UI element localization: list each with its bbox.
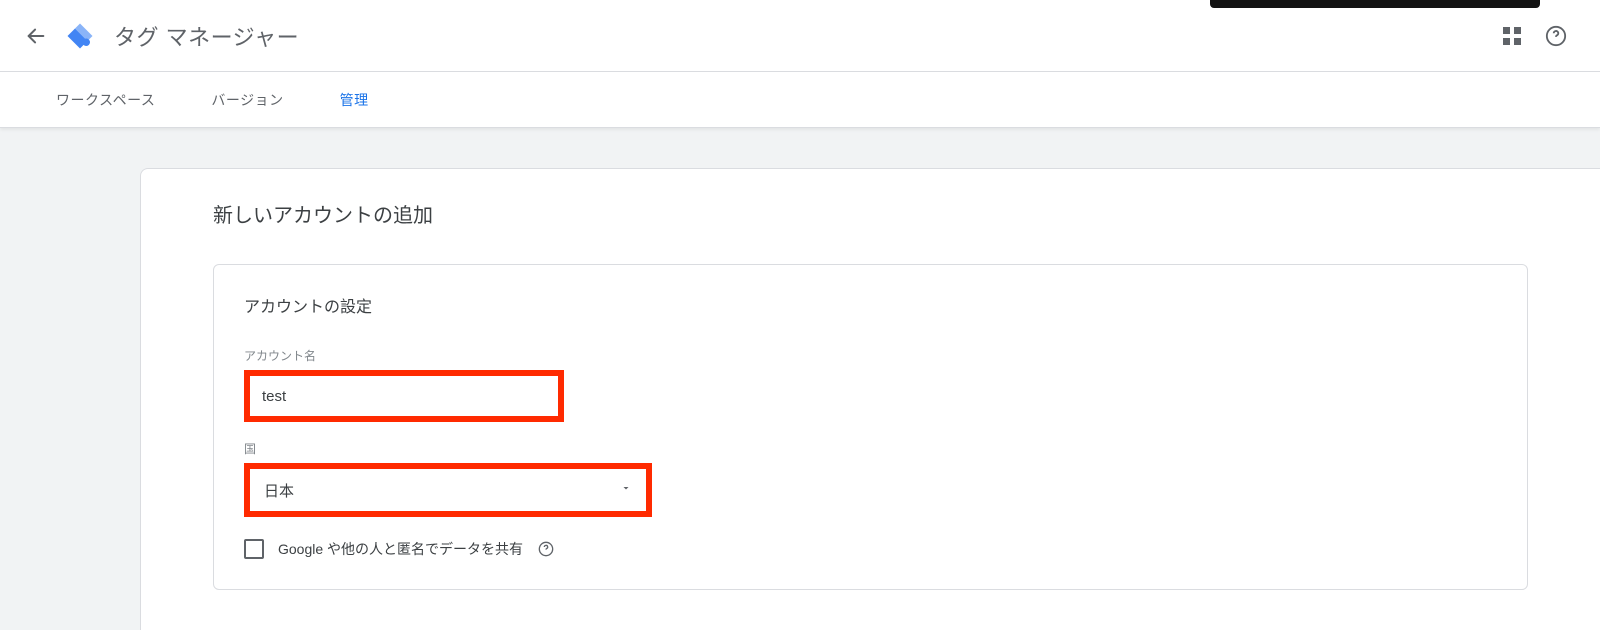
- top-overlay-bar: [1210, 0, 1540, 8]
- account-settings-panel: アカウントの設定 アカウント名 国 日本: [213, 264, 1528, 590]
- app-header: タグ マネージャー: [0, 0, 1600, 72]
- tab-workspace[interactable]: ワークスペース: [28, 72, 183, 127]
- card-title: 新しいアカウントの追加: [213, 199, 1528, 228]
- account-name-input[interactable]: [250, 376, 558, 416]
- arrow-left-icon: [25, 25, 47, 47]
- back-button[interactable]: [16, 16, 56, 56]
- account-name-label: アカウント名: [244, 347, 1497, 364]
- country-field: 国 日本: [244, 440, 1497, 517]
- new-account-card: 新しいアカウントの追加 アカウントの設定 アカウント名 国 日本: [140, 168, 1600, 630]
- share-data-checkbox[interactable]: [244, 539, 264, 559]
- country-label: 国: [244, 440, 1497, 457]
- country-highlight: 日本: [244, 463, 652, 517]
- country-select-value: 日本: [264, 480, 294, 501]
- panel-title: アカウントの設定: [244, 293, 1497, 317]
- help-circle-icon: [1545, 25, 1567, 47]
- nav-tabs: ワークスペース バージョン 管理: [0, 72, 1600, 128]
- page-body: 新しいアカウントの追加 アカウントの設定 アカウント名 国 日本: [0, 128, 1600, 630]
- share-data-row: Google や他の人と匿名でデータを共有: [244, 539, 1497, 559]
- help-circle-icon: [538, 541, 554, 557]
- apps-switcher-button[interactable]: [1492, 16, 1532, 56]
- tab-versions[interactable]: バージョン: [183, 72, 311, 127]
- tag-manager-logo: [64, 20, 96, 52]
- tag-manager-logo-icon: [65, 21, 95, 51]
- apps-grid-icon: [1503, 27, 1521, 45]
- account-name-highlight: [244, 370, 564, 422]
- tab-admin[interactable]: 管理: [312, 72, 397, 127]
- chevron-down-icon: [620, 481, 632, 499]
- share-data-label: Google や他の人と匿名でデータを共有: [278, 539, 523, 559]
- share-data-help-button[interactable]: [537, 540, 555, 558]
- help-button[interactable]: [1536, 16, 1576, 56]
- app-title: タグ マネージャー: [114, 20, 299, 52]
- account-name-field: アカウント名: [244, 347, 1497, 422]
- country-select[interactable]: 日本: [250, 469, 646, 511]
